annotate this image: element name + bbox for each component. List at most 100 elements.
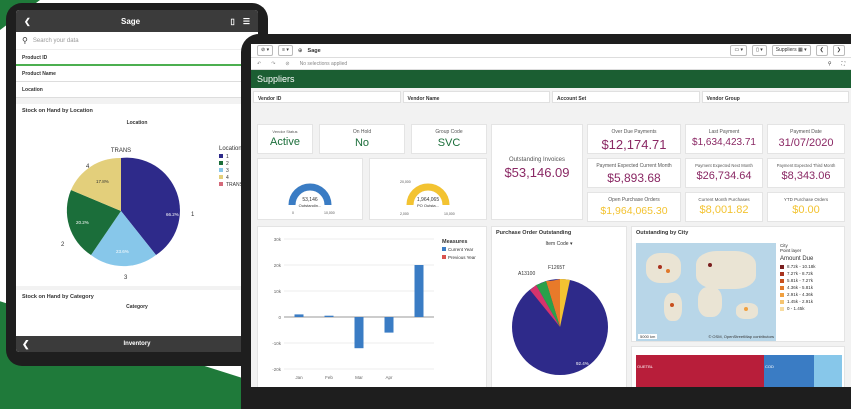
next-sheet-button[interactable]: ❯ [832, 45, 845, 56]
bookmark-button[interactable]: ▯ ▾ [752, 45, 767, 56]
navigation-button[interactable]: ⊘ ▾ [257, 45, 274, 56]
location-pie-chart[interactable]: TRANS 1 2 3 4 66.2% 23.6% 20.2% 17.8% Lo… [16, 126, 256, 286]
map-legend-title: Amount Due [780, 256, 814, 262]
map-scale: 5000 km [638, 334, 658, 339]
po-label: F1265T [548, 265, 565, 271]
sheet-selector-label: Suppliers [775, 47, 797, 53]
city-map[interactable]: 5000 km © OSM, OpenStreetMap contributor… [636, 243, 776, 341]
kpi-last-payment[interactable]: Last Payment $1,634,423.71 [685, 124, 763, 154]
step-back-icon[interactable]: ↶ [257, 61, 261, 67]
po-outstanding-card[interactable]: Purchase Order Outstanding Item Code ▾ F… [491, 226, 627, 387]
field-product-name[interactable]: Product Name [16, 66, 258, 82]
gauge-po-outstanding[interactable]: 1,964,065 PO Outsta... 2,000 10,000 20,0… [369, 158, 487, 220]
treemap-label: OUETBL [637, 364, 654, 369]
treemap-card[interactable]: OUETBL COD [631, 346, 845, 387]
filter-account-set[interactable]: Account Set [552, 91, 700, 103]
kpi-group-code[interactable]: Group Code SVC [411, 124, 487, 154]
kpi-on-hold[interactable]: On Hold No [319, 124, 405, 154]
legend-item: 4 [226, 175, 229, 181]
kpi-current-month-purchases[interactable]: Current Month Purchases $8,001.82 [685, 192, 763, 222]
bar[interactable] [414, 265, 424, 317]
treemap-tile[interactable]: COD [764, 355, 814, 387]
menu-icon[interactable]: ☰ [243, 17, 250, 26]
map-point[interactable] [666, 269, 670, 273]
map-legend-item: 7.27k - 8.72k [780, 271, 842, 276]
kpi-payment-date[interactable]: Payment Date 31/07/2020 [767, 124, 845, 154]
pie-legend: Location 1 2 3 4 TRANS [219, 146, 244, 188]
gauge-sublabel: Outstandin... [299, 203, 322, 208]
kpi-overdue-payments[interactable]: Over Due Payments $12,174.71 [587, 124, 681, 154]
bar[interactable] [384, 317, 394, 333]
step-forward-icon[interactable]: ↷ [271, 61, 275, 67]
treemap-tile[interactable] [814, 355, 842, 387]
gauge-outstanding[interactable]: 53,146 Outstandin... 0 10,000 [257, 158, 363, 220]
bookmark-icon[interactable]: ▯ [230, 17, 234, 26]
treemap-tile[interactable]: OUETBL [636, 355, 764, 387]
map-point[interactable] [744, 307, 748, 311]
filter-vendor-group[interactable]: Vendor Group [701, 91, 849, 103]
kpi-payment-third-month[interactable]: Payment Expected Third Month $8,343.06 [767, 158, 845, 188]
measures-bar-chart-card[interactable]: 30k 20k 10k 0 -10k -20k Jan Feb Mar Apr Measures Cu… [257, 226, 487, 387]
map-legend-item: 1.45k - 2.91k [780, 299, 842, 304]
pie-inner-label: 17.8% [96, 179, 109, 184]
kpi-label: YTD Purchase Orders [783, 197, 829, 202]
po-title: Purchase Order Outstanding [496, 230, 572, 236]
kpi-outstanding-invoices[interactable]: Outstanding Invoices $53,146.09 [491, 124, 583, 220]
search-icon[interactable]: ⚲ [828, 61, 832, 67]
x-tick-label: Feb [325, 375, 333, 380]
gauge-top: 20,000 [400, 180, 411, 184]
map-point[interactable] [708, 263, 712, 267]
measures-bar-chart: 30k 20k 10k 0 -10k -20k Jan Feb Mar Apr Measures Cu… [272, 237, 476, 380]
map-point[interactable] [670, 303, 674, 307]
kpi-value: Active [270, 136, 300, 148]
bottom-title: Inventory [123, 341, 151, 347]
bar[interactable] [324, 315, 334, 317]
pie-outer-label: 1 [191, 212, 195, 218]
kpi-value: $53,146.09 [504, 165, 570, 180]
map-point[interactable] [658, 265, 662, 269]
selections-text: No selections applied [299, 60, 348, 67]
selection-tool-icon[interactable]: ⛶ [841, 61, 845, 67]
bar[interactable] [354, 317, 364, 349]
gauge-sublabel: PO Outsta... [417, 203, 439, 208]
search-input[interactable]: Search your data [33, 38, 79, 44]
po-label: 92.4% [576, 361, 589, 366]
back-icon[interactable]: ❮ [24, 17, 31, 26]
bar[interactable] [294, 314, 304, 317]
sheet-selector[interactable]: Suppliers ▦ ▾ [771, 45, 811, 56]
kpi-value: $1,964,065.30 [600, 205, 668, 217]
list-button[interactable]: ≡ ▾ [278, 45, 293, 56]
treemap-label: COD [765, 364, 774, 369]
kpi-value: $1,634,423.71 [692, 137, 756, 148]
kpi-label: Payment Date [790, 129, 822, 135]
kpi-payment-current-month[interactable]: Payment Expected Current Month $5,893.68 [587, 158, 681, 188]
legend-item: 2 [226, 161, 229, 167]
filter-vendor-id[interactable]: Vendor ID [253, 91, 401, 103]
screen-button[interactable]: ▭ ▾ [730, 45, 748, 56]
po-pie-chart: F1265T A13100 92.4% [512, 265, 608, 375]
back-icon[interactable]: ❮ [22, 339, 30, 350]
gauge-po-chart: 1,964,065 PO Outsta... 2,000 10,000 20,0… [400, 180, 455, 216]
y-tick-label: -10k [272, 341, 282, 346]
pie-inner-label: 66.2% [166, 212, 179, 217]
kpi-vendor-status[interactable]: Vendor Status Active [257, 124, 313, 154]
pie-inner-label: 20.2% [76, 220, 89, 225]
prev-sheet-button[interactable]: ❮ [815, 45, 828, 56]
kpi-ytd-purchase-orders[interactable]: YTD Purchase Orders $0.00 [767, 192, 845, 222]
field-product-id[interactable]: Product ID [16, 50, 258, 66]
kpi-label: Over Due Payments [611, 129, 657, 135]
selections-bar: ↶ ↷ ⊘ No selections applied ⚲ ⛶ [251, 58, 851, 70]
kpi-open-purchase-orders[interactable]: Open Purchase Orders $1,964,065.30 [587, 192, 681, 222]
phone-bottom-bar: ❮ Inventory [16, 336, 258, 352]
search-bar[interactable]: ⚲ Search your data [16, 32, 258, 50]
clear-icon[interactable]: ⊘ [285, 61, 289, 67]
field-location[interactable]: Location [16, 82, 258, 98]
filter-vendor-name[interactable]: Vendor Name [402, 91, 550, 103]
legend-item: 1 [226, 154, 229, 160]
outstanding-by-city-card[interactable]: Outstanding by City 5000 km © OSM, OpenS… [631, 226, 845, 342]
map-attribution: © OSM, OpenStreetMap contributors [708, 334, 774, 339]
kpi-value: $8,001.82 [699, 204, 749, 216]
kpi-payment-next-month[interactable]: Payment Expected Next Month $26,734.64 [685, 158, 763, 188]
phone-title: Sage [121, 16, 141, 26]
legend-title: Location [219, 146, 242, 152]
